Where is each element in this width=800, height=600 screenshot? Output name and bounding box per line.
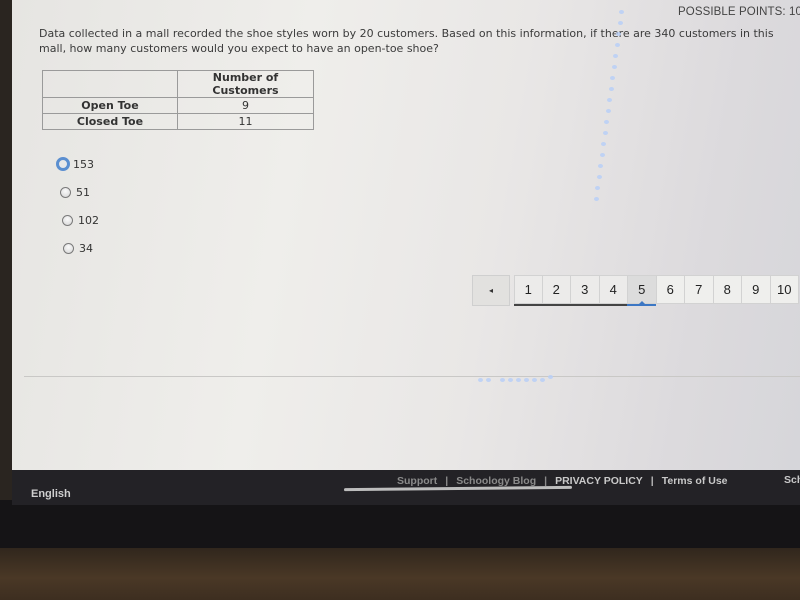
glare-dot: [524, 378, 529, 382]
row-value: 11: [177, 113, 314, 130]
radio-button[interactable]: [62, 214, 73, 226]
glare-dot: [593, 197, 599, 201]
glare-dot: [596, 175, 602, 179]
glare-dot: [548, 375, 553, 379]
glare-dot: [604, 120, 609, 124]
caret-left-icon: ◂: [488, 286, 493, 295]
radio-button[interactable]: [60, 186, 71, 198]
question-text: Data collected in a mall recorded the sh…: [39, 27, 774, 55]
table-header-row: Number of Customers: [42, 70, 314, 98]
table-corner-cell: [42, 70, 178, 98]
column-header: Number of Customers: [177, 70, 314, 98]
language-selector[interactable]: English: [31, 488, 71, 500]
row-value: 9: [177, 97, 314, 114]
footer-separator: |: [650, 475, 654, 487]
page-list: 1 2 3 4 5 6 7 8 9 10: [514, 275, 799, 306]
glare-dot: [540, 378, 545, 382]
desk-background: [0, 545, 800, 600]
monitor-bezel: [0, 500, 800, 548]
footer-link-blog[interactable]: Schoology Blog: [456, 475, 536, 487]
glare-dot: [601, 142, 606, 146]
answer-choice-153[interactable]: 153: [56, 150, 99, 178]
question-panel: POSSIBLE POINTS: 10 Data collected in a …: [24, 0, 800, 377]
glare-dot: [608, 87, 614, 91]
glare-dot: [478, 378, 483, 382]
glare-dot: [605, 109, 611, 113]
page-button-5[interactable]: 5: [627, 275, 657, 306]
glare-dot: [486, 378, 491, 382]
page-button-8[interactable]: 8: [713, 275, 742, 304]
page-button-9[interactable]: 9: [742, 275, 771, 304]
glare-dot: [508, 378, 513, 382]
footer: English Support | Schoology Blog | PRIVA…: [12, 470, 800, 505]
radio-button[interactable]: [63, 242, 74, 254]
choice-label: 153: [73, 157, 94, 171]
footer-separator: |: [445, 475, 449, 487]
glare-dot: [616, 32, 621, 36]
glare-dot: [500, 378, 505, 382]
glare-dot: [617, 21, 623, 25]
glare-dot: [613, 54, 618, 58]
glare-dot: [619, 10, 624, 14]
choice-label: 51: [76, 185, 90, 199]
footer-link-support[interactable]: Support: [397, 475, 437, 487]
table-row: Open Toe 9: [42, 97, 314, 114]
glare-dot: [611, 65, 617, 69]
screen: POSSIBLE POINTS: 10 Data collected in a …: [12, 0, 800, 505]
row-label: Closed Toe: [42, 113, 178, 130]
page-button-3[interactable]: 3: [570, 275, 600, 306]
footer-link-truncated[interactable]: Sch: [784, 474, 800, 486]
page-button-10[interactable]: 10: [770, 275, 799, 304]
glare-dot: [610, 76, 615, 80]
glare-dot: [516, 378, 521, 382]
answer-choice-34[interactable]: 34: [63, 234, 99, 262]
glare-streak: [343, 485, 573, 492]
answer-choice-51[interactable]: 51: [60, 178, 99, 206]
possible-points: POSSIBLE POINTS: 10: [678, 6, 800, 18]
page-button-4[interactable]: 4: [598, 275, 628, 306]
answer-choice-102[interactable]: 102: [62, 206, 99, 234]
footer-link-terms[interactable]: Terms of Use: [662, 475, 728, 487]
glare-dot: [614, 43, 620, 47]
question-pager: ◂ 1 2 3 4 5 6 7 8 9 10: [472, 275, 799, 306]
row-label: Open Toe: [42, 97, 178, 114]
previous-page-button[interactable]: ◂: [472, 275, 510, 306]
glare-dot: [532, 378, 537, 382]
glare-dot: [599, 153, 605, 157]
table-row: Closed Toe 11: [42, 113, 314, 130]
glare-dot: [595, 186, 600, 190]
page-button-6[interactable]: 6: [656, 275, 685, 304]
glare-dot: [607, 98, 612, 102]
data-table: Number of Customers Open Toe 9 Closed To…: [42, 70, 314, 130]
choice-label: 102: [78, 213, 99, 227]
glare-dot: [602, 131, 608, 135]
radio-button[interactable]: [56, 157, 70, 171]
assessment-page: POSSIBLE POINTS: 10 Data collected in a …: [12, 0, 800, 470]
glare-dot: [598, 164, 603, 168]
page-button-2[interactable]: 2: [541, 275, 571, 306]
page-button-7[interactable]: 7: [685, 275, 714, 304]
choice-label: 34: [79, 241, 93, 255]
answer-choices: 153 51 102 34: [56, 150, 99, 262]
page-button-1[interactable]: 1: [514, 275, 543, 306]
